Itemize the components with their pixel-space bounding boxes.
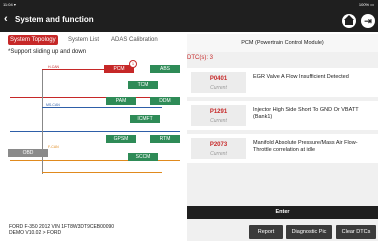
module-title: PCM (Powertrain Control Module) xyxy=(187,34,378,52)
dtc-state: Current xyxy=(210,151,227,157)
bus-label-hcan: H-CAN xyxy=(48,65,60,69)
bus-label-mscan: MS-CAN xyxy=(46,103,60,107)
tab-system-topology[interactable]: System Topology xyxy=(8,35,58,45)
bus-line-low xyxy=(42,172,162,173)
pcm-dtc-badge: 1 xyxy=(129,60,137,68)
vehicle-info: FORD F-350 2012 VIN 1FT8W3DT9CEB00090 DE… xyxy=(9,224,114,236)
bus-line-mid xyxy=(42,107,162,108)
dtc-code-box: P2073 Current xyxy=(191,138,246,159)
bus-line-blue xyxy=(10,131,180,132)
node-abs[interactable]: ABS xyxy=(150,65,180,73)
node-rtm[interactable]: RTM xyxy=(150,135,180,143)
dtc-row[interactable]: P0401 Current EGR Valve A Flow Insuffici… xyxy=(187,68,378,97)
dtc-count: DTC(s): 3 xyxy=(187,55,213,61)
tab-adas-calibration[interactable]: ADAS Calibration xyxy=(111,35,158,45)
title-bar: ‹ System and function ⇥ xyxy=(0,10,378,32)
dtc-code-box: P0401 Current xyxy=(191,72,246,93)
dtc-code: P1291 xyxy=(209,109,228,115)
dtc-code: P2073 xyxy=(209,142,228,148)
dtc-description: Manifold Absolute Pressure/Mass Air Flow… xyxy=(253,140,358,153)
tab-system-list[interactable]: System List xyxy=(68,35,99,45)
enter-button[interactable]: Enter xyxy=(187,206,378,219)
bus-label-fcan: F-CAN xyxy=(48,145,59,149)
chevron-left-icon[interactable]: ‹ xyxy=(4,13,8,25)
status-bar: 11:04 ▾ 100% ▭ xyxy=(0,0,378,10)
dtc-description: Injector High Side Short To GND Or VBATT… xyxy=(253,107,359,120)
dtc-code: P0401 xyxy=(209,76,228,82)
diagnostic-pic-button[interactable]: Diagnostic Pic xyxy=(286,225,332,239)
dtc-panel: PCM (Powertrain Control Module) DTC(s): … xyxy=(187,34,378,241)
node-ddm[interactable]: DDM xyxy=(150,97,180,105)
obd-node[interactable]: OBD xyxy=(8,149,48,157)
report-button[interactable]: Report xyxy=(249,225,283,239)
status-time: 11:04 ▾ xyxy=(3,2,16,7)
node-tcm[interactable]: TCM xyxy=(128,81,158,89)
dtc-row[interactable]: P1291 Current Injector High Side Short T… xyxy=(187,101,378,130)
page-title: System and function xyxy=(15,15,94,24)
node-gpsm[interactable]: GPSM xyxy=(106,135,136,143)
dtc-code-box: P1291 Current xyxy=(191,105,246,126)
node-pam[interactable]: PAM xyxy=(106,97,136,105)
dtc-state: Current xyxy=(210,118,227,124)
dtc-description: EGR Valve A Flow Insufficient Detected xyxy=(253,74,349,80)
node-sccm[interactable]: SCCM xyxy=(128,153,158,161)
home-icon[interactable] xyxy=(342,14,356,28)
battery-indicator: 100% ▭ xyxy=(358,2,374,7)
topology-diagram[interactable]: H-CAN MS-CAN F-CAN OBD PCM 1 ABS TCM PAM… xyxy=(0,57,184,217)
dtc-row[interactable]: P2073 Current Manifold Absolute Pressure… xyxy=(187,134,378,163)
node-icmft[interactable]: ICMFT xyxy=(130,115,160,123)
dtc-state: Current xyxy=(210,85,227,91)
exit-icon[interactable]: ⇥ xyxy=(361,14,375,28)
scroll-hint: *Support sliding up and down xyxy=(8,49,87,55)
clear-dtcs-button[interactable]: Clear DTCs xyxy=(336,225,376,239)
vehicle-info-line2: DEMO V10.02 > FORD xyxy=(9,230,62,236)
bus-trunk xyxy=(42,69,43,174)
